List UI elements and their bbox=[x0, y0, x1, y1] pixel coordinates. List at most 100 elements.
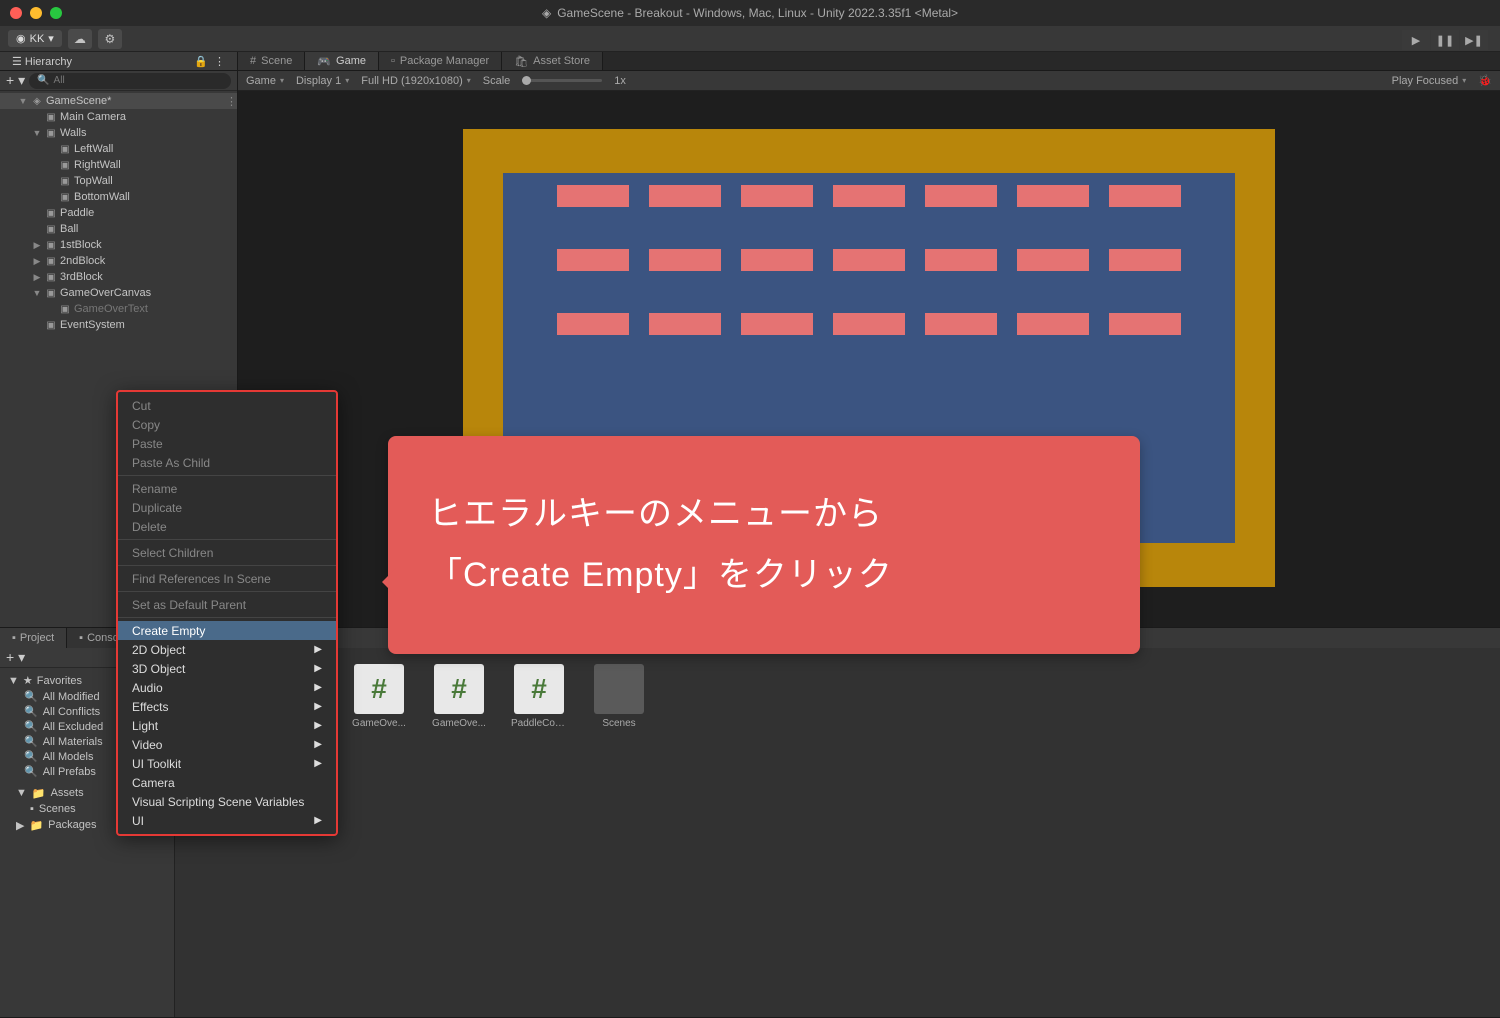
pause-button[interactable]: ❚❚ bbox=[1431, 30, 1459, 50]
brick bbox=[925, 185, 997, 207]
brick bbox=[1017, 313, 1089, 335]
submenu-arrow-icon: ▶ bbox=[314, 663, 322, 674]
cloud-button[interactable]: ☁ bbox=[68, 29, 92, 49]
close-icon[interactable] bbox=[10, 7, 22, 19]
brick bbox=[557, 313, 629, 335]
account-button[interactable]: ◉ KK ▾ bbox=[8, 30, 62, 47]
hierarchy-item[interactable]: ▣RightWall bbox=[0, 157, 237, 173]
hierarchy-search[interactable]: 🔍 All bbox=[29, 73, 231, 89]
gameobject-icon: ▣ bbox=[59, 144, 71, 155]
folder-icon: ▪ bbox=[12, 632, 16, 644]
context-menu-item[interactable]: Light▶ bbox=[118, 716, 336, 735]
context-menu-item[interactable]: Camera bbox=[118, 773, 336, 792]
step-button[interactable]: ▶❚ bbox=[1460, 30, 1488, 50]
play-button[interactable]: ▶ bbox=[1402, 30, 1430, 50]
hierarchy-item[interactable]: ▣TopWall bbox=[0, 173, 237, 189]
gameobject-icon: ▣ bbox=[59, 192, 71, 203]
minimize-icon[interactable] bbox=[30, 7, 42, 19]
bug-icon[interactable]: 🐞 bbox=[1478, 74, 1492, 87]
script-icon: # bbox=[514, 664, 564, 714]
game-mode-dropdown[interactable]: Game bbox=[246, 75, 284, 87]
hierarchy-item[interactable]: ▣LeftWall bbox=[0, 141, 237, 157]
hierarchy-item[interactable]: ▼▣Walls bbox=[0, 125, 237, 141]
tab-game[interactable]: 🎮Game bbox=[305, 52, 379, 70]
context-menu-item[interactable]: 3D Object▶ bbox=[118, 659, 336, 678]
maximize-icon[interactable] bbox=[50, 7, 62, 19]
brick bbox=[1109, 249, 1181, 271]
expand-icon[interactable]: ▼ bbox=[32, 128, 42, 138]
brick bbox=[741, 185, 813, 207]
play-focused-dropdown[interactable]: Play Focused bbox=[1392, 75, 1467, 87]
hierarchy-item[interactable]: ▣Ball bbox=[0, 221, 237, 237]
resolution-dropdown[interactable]: Full HD (1920x1080) bbox=[361, 75, 471, 87]
menu-icon[interactable]: ⋮ bbox=[214, 55, 225, 68]
expand-icon[interactable]: ▼ bbox=[18, 96, 28, 106]
brick bbox=[741, 249, 813, 271]
hierarchy-item[interactable]: ▼▣GameOverCanvas bbox=[0, 285, 237, 301]
settings-button[interactable]: ⚙ bbox=[98, 29, 122, 49]
gameobject-icon: ▣ bbox=[45, 208, 57, 219]
brick bbox=[649, 313, 721, 335]
expand-icon[interactable]: ▶ bbox=[32, 272, 42, 283]
panel-tabs: ☰ Hierarchy 🔒⋮ #Scene 🎮Game ▫Package Man… bbox=[0, 52, 1500, 71]
scene-icon: # bbox=[250, 55, 256, 67]
brick bbox=[833, 185, 905, 207]
search-icon: 🔍 bbox=[24, 750, 38, 763]
tab-package-manager[interactable]: ▫Package Manager bbox=[379, 52, 502, 70]
window-title: ◈ GameScene - Breakout - Windows, Mac, L… bbox=[542, 6, 958, 20]
context-menu-item[interactable]: 2D Object▶ bbox=[118, 640, 336, 659]
callout-line1: ヒエラルキーのメニューから bbox=[428, 484, 1100, 545]
gameobject-icon: ▣ bbox=[45, 272, 57, 283]
asset-item[interactable]: #PaddleCon... bbox=[511, 664, 567, 729]
lock-icon[interactable]: 🔒 bbox=[194, 55, 208, 68]
search-icon: 🔍 bbox=[37, 75, 49, 86]
gear-icon: ⚙ bbox=[104, 32, 115, 46]
display-dropdown[interactable]: Display 1 bbox=[296, 75, 349, 87]
package-icon: ▫ bbox=[391, 55, 395, 67]
playback-controls: ▶ ❚❚ ▶❚ bbox=[1402, 30, 1488, 50]
brick bbox=[649, 185, 721, 207]
create-button[interactable]: + ▾ bbox=[6, 72, 25, 89]
tab-hierarchy[interactable]: ☰ Hierarchy 🔒⋮ bbox=[0, 52, 238, 70]
context-menu-item[interactable]: Effects▶ bbox=[118, 697, 336, 716]
expand-icon[interactable]: ▼ bbox=[32, 288, 42, 298]
hierarchy-item[interactable]: ▣EventSystem bbox=[0, 317, 237, 333]
submenu-arrow-icon: ▶ bbox=[314, 682, 322, 693]
search-icon: 🔍 bbox=[24, 765, 38, 778]
context-menu-item[interactable]: Create Empty bbox=[118, 621, 336, 640]
asset-item[interactable]: Scenes bbox=[591, 664, 647, 729]
asset-item[interactable]: #GameOve... bbox=[351, 664, 407, 729]
hierarchy-item[interactable]: ▣Main Camera bbox=[0, 109, 237, 125]
context-menu-item: Find References In Scene bbox=[118, 569, 336, 588]
scene-menu-icon[interactable]: ⋮ bbox=[226, 95, 237, 108]
game-icon: 🎮 bbox=[317, 55, 331, 68]
context-menu-item: Cut bbox=[118, 396, 336, 415]
asset-item[interactable]: #GameOve... bbox=[431, 664, 487, 729]
scene-root[interactable]: ▼ ◈ GameScene* ⋮ bbox=[0, 93, 237, 109]
submenu-arrow-icon: ▶ bbox=[314, 644, 322, 655]
gameobject-icon: ▣ bbox=[45, 128, 57, 139]
brick bbox=[833, 249, 905, 271]
search-icon: 🔍 bbox=[24, 705, 38, 718]
context-menu-item[interactable]: UI▶ bbox=[118, 811, 336, 830]
expand-icon[interactable]: ▶ bbox=[32, 240, 42, 251]
project-create-button[interactable]: + ▾ bbox=[6, 649, 25, 666]
scale-slider[interactable] bbox=[522, 79, 602, 82]
hierarchy-item[interactable]: ▶▣1stBlock bbox=[0, 237, 237, 253]
tab-scene[interactable]: #Scene bbox=[238, 52, 305, 70]
hierarchy-item[interactable]: ▣BottomWall bbox=[0, 189, 237, 205]
context-menu-item[interactable]: Video▶ bbox=[118, 735, 336, 754]
tab-project[interactable]: ▪Project bbox=[0, 628, 67, 648]
tab-asset-store[interactable]: 🛍Asset Store bbox=[502, 52, 603, 70]
hierarchy-item[interactable]: ▣Paddle bbox=[0, 205, 237, 221]
context-menu-item[interactable]: UI Toolkit▶ bbox=[118, 754, 336, 773]
hierarchy-item[interactable]: ▣GameOverText bbox=[0, 301, 237, 317]
gameobject-icon: ▣ bbox=[45, 256, 57, 267]
context-menu-item[interactable]: Audio▶ bbox=[118, 678, 336, 697]
folder-icon: ▪ bbox=[30, 803, 34, 815]
hierarchy-item[interactable]: ▶▣3rdBlock bbox=[0, 269, 237, 285]
expand-icon[interactable]: ▶ bbox=[32, 256, 42, 267]
hierarchy-item[interactable]: ▶▣2ndBlock bbox=[0, 253, 237, 269]
window-controls bbox=[10, 7, 62, 19]
context-menu-item[interactable]: Visual Scripting Scene Variables bbox=[118, 792, 336, 811]
